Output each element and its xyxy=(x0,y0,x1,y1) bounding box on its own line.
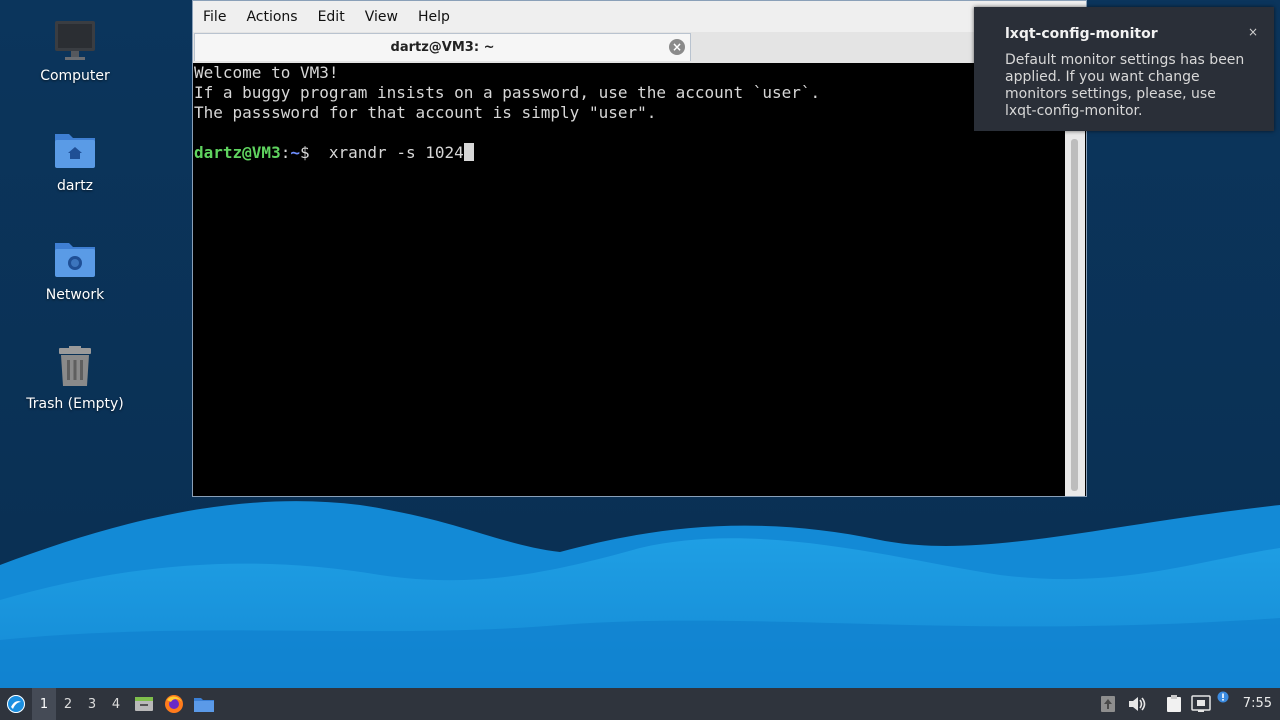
output-line: If a buggy program insists on a password… xyxy=(194,83,821,102)
tab-title: dartz@VM3: ~ xyxy=(390,40,495,55)
lubuntu-logo-icon xyxy=(7,695,25,713)
notification-indicator[interactable] xyxy=(1214,688,1232,720)
menu-help[interactable]: Help xyxy=(408,9,460,25)
output-line: The passsword for that account is simply… xyxy=(194,103,657,122)
taskbar-clock[interactable]: 7:55 xyxy=(1243,688,1272,720)
desktop-icon-home-folder[interactable]: dartz xyxy=(15,126,135,194)
prompt-symbol: $ xyxy=(299,143,310,162)
show-desktop-button[interactable] xyxy=(132,688,156,720)
prompt-line: dartz@VM3:~$ xrandr -s 1024 xyxy=(194,143,1066,163)
menu-file[interactable]: File xyxy=(193,9,236,25)
notification-body: Default monitor settings has been applie… xyxy=(1005,52,1245,119)
prompt-path: ~ xyxy=(290,143,300,162)
close-tab-icon[interactable]: × xyxy=(669,39,685,55)
file-manager-launcher[interactable] xyxy=(191,688,217,720)
desktop-icon-computer[interactable]: Computer xyxy=(15,16,135,84)
trash-icon xyxy=(51,344,99,392)
clipboard-icon xyxy=(1167,695,1181,712)
output-line: Welcome to VM3! xyxy=(194,63,339,82)
info-badge-icon xyxy=(1217,691,1229,703)
network-wired-icon xyxy=(1191,695,1211,712)
desktop-icon-label: Computer xyxy=(40,68,110,84)
desktop-switch-2[interactable]: 2 xyxy=(56,688,80,720)
update-icon xyxy=(1101,696,1115,712)
menu-edit[interactable]: Edit xyxy=(308,9,355,25)
folder-icon xyxy=(194,698,214,712)
desktop-icon-trash[interactable]: Trash (Empty) xyxy=(15,344,135,412)
volume-button[interactable] xyxy=(1125,688,1149,720)
notification-popup[interactable]: lxqt-config-monitor × Default monitor se… xyxy=(974,7,1274,131)
terminal-menubar: File Actions Edit View Help xyxy=(193,1,1086,32)
terminal-window[interactable]: File Actions Edit View Help dartz@VM3: ~… xyxy=(192,0,1087,497)
update-notifier-button[interactable] xyxy=(1097,688,1119,720)
prompt-user: dartz@VM3 xyxy=(194,143,281,162)
desktop-switch-3[interactable]: 3 xyxy=(80,688,104,720)
text-cursor xyxy=(463,143,474,161)
desktop-icon-network[interactable]: Network xyxy=(15,235,135,303)
command-input[interactable]: xrandr -s 1024 xyxy=(310,143,464,162)
menu-view[interactable]: View xyxy=(355,9,408,25)
terminal-tab[interactable]: dartz@VM3: ~ × xyxy=(194,33,691,61)
volume-icon xyxy=(1129,697,1146,711)
scrollbar-thumb[interactable] xyxy=(1071,139,1078,491)
close-icon[interactable]: × xyxy=(1248,25,1258,39)
prompt-separator: : xyxy=(280,143,291,162)
network-folder-icon xyxy=(51,235,99,283)
home-folder-icon xyxy=(51,126,99,174)
taskbar: 1 2 3 4 7:55 xyxy=(0,688,1280,720)
desktop-icon-label: Network xyxy=(45,287,105,303)
menu-actions[interactable]: Actions xyxy=(236,9,307,25)
desktop-icon-label: dartz xyxy=(56,178,94,194)
monitor-icon xyxy=(51,16,99,64)
clipboard-button[interactable] xyxy=(1162,688,1186,720)
start-menu-button[interactable] xyxy=(2,688,30,720)
show-desktop-icon xyxy=(135,697,153,711)
firefox-icon xyxy=(165,695,183,713)
desktop-icon-label: Trash (Empty) xyxy=(26,396,124,412)
desktop-switch-1[interactable]: 1 xyxy=(32,688,56,720)
firefox-launcher[interactable] xyxy=(162,688,186,720)
desktop-switch-4[interactable]: 4 xyxy=(104,688,128,720)
notification-title: lxqt-config-monitor xyxy=(1005,26,1158,42)
network-status-button[interactable] xyxy=(1188,688,1214,720)
terminal-output[interactable]: Welcome to VM3! If a buggy program insist… xyxy=(193,63,1066,496)
terminal-tabbar: dartz@VM3: ~ × xyxy=(193,32,1086,64)
